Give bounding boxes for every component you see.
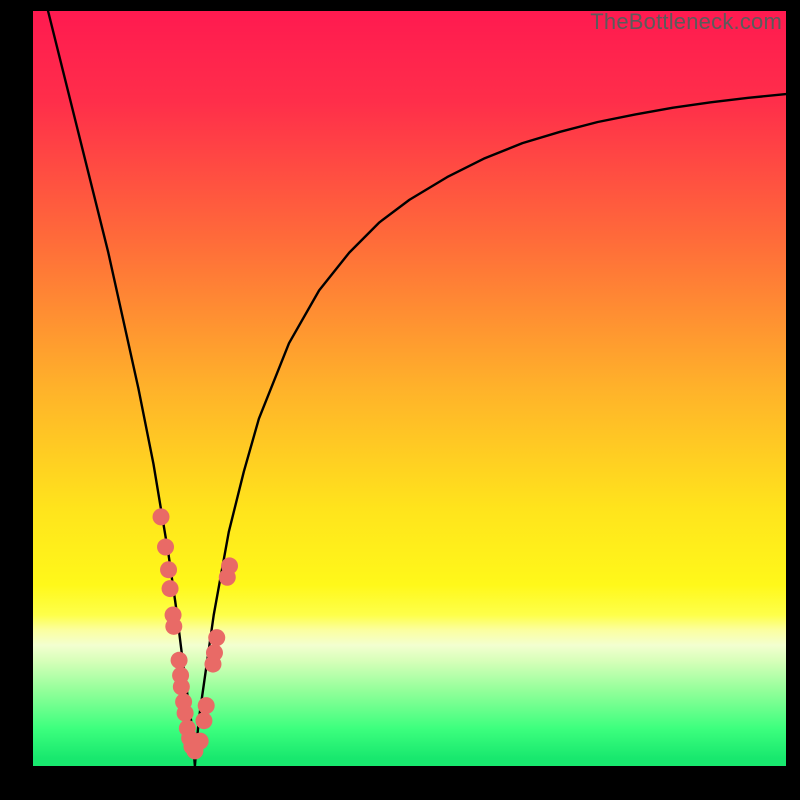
data-point-marker <box>192 733 209 750</box>
data-point-marker <box>153 508 170 525</box>
data-point-marker <box>177 705 194 722</box>
data-point-marker <box>221 557 238 574</box>
data-point-marker <box>162 580 179 597</box>
data-point-marker <box>206 644 223 661</box>
data-point-marker <box>165 618 182 635</box>
data-point-marker <box>198 697 215 714</box>
outer-frame: TheBottleneck.com <box>0 0 800 800</box>
data-point-marker <box>195 712 212 729</box>
watermark-text: TheBottleneck.com <box>590 9 782 35</box>
data-point-marker <box>160 561 177 578</box>
data-point-marker <box>173 678 190 695</box>
chart-svg <box>33 11 786 766</box>
data-point-marker <box>208 629 225 646</box>
data-point-marker <box>171 652 188 669</box>
bottleneck-curve <box>48 11 786 766</box>
plot-area: TheBottleneck.com <box>33 11 786 766</box>
data-point-marker <box>157 539 174 556</box>
